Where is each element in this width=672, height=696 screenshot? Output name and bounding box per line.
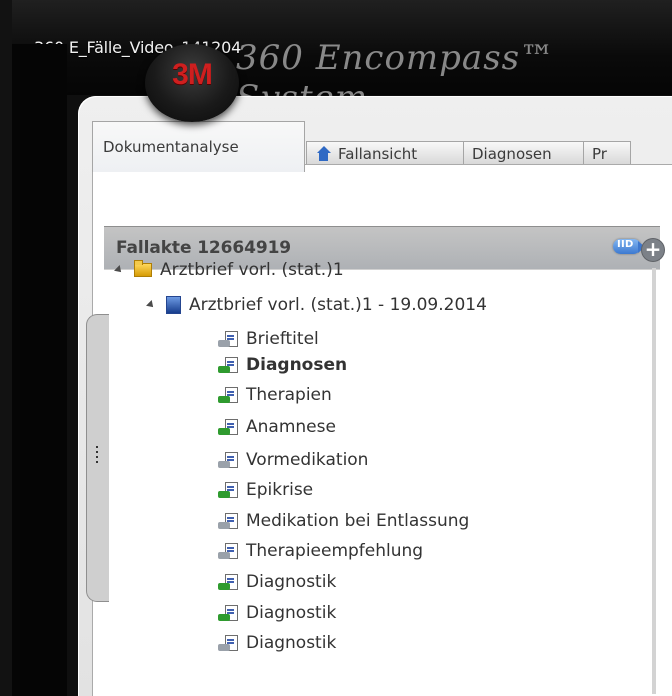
- iid-button-label: IID: [617, 239, 634, 250]
- tree-item-label: Medikation bei Entlassung: [246, 511, 470, 531]
- tree-item[interactable]: Vormedikation: [218, 450, 368, 470]
- left-frame: [0, 0, 12, 696]
- section-icon: [218, 387, 238, 403]
- section-icon: [218, 635, 238, 651]
- tree-item[interactable]: Epikrise: [218, 480, 313, 500]
- tree-item-label: Therapieempfehlung: [246, 541, 424, 561]
- tab-label: Fallansicht: [338, 145, 418, 163]
- tree-item[interactable]: Therapien: [218, 385, 332, 405]
- tab-fallansicht[interactable]: Fallansicht: [306, 141, 467, 166]
- section-icon: [218, 543, 238, 559]
- tree-child[interactable]: Arztbrief vorl. (stat.)1 - 19.09.2014: [146, 295, 487, 315]
- tree-item[interactable]: Diagnostik: [218, 572, 336, 592]
- case-file-label: Fallakte 12664919: [116, 238, 292, 258]
- tree-item[interactable]: Brieftitel: [218, 329, 319, 349]
- tab-diagnosen[interactable]: Diagnosen: [463, 141, 587, 166]
- title-bar: 360 E_Fälle_Video_141204 360 Encompass™ …: [0, 0, 672, 118]
- folder-icon: [134, 260, 152, 277]
- brand-logo: 3M: [145, 44, 239, 122]
- tree-item[interactable]: Diagnostik: [218, 633, 336, 653]
- section-icon: [218, 452, 238, 468]
- tab-strip: Dokumentanalyse Fallansicht Diagnosen Pr: [92, 121, 672, 172]
- splitter-handle[interactable]: [86, 314, 109, 602]
- tree-item-label: Diagnostik: [246, 572, 337, 592]
- section-icon: [218, 574, 238, 590]
- section-icon: [218, 605, 238, 621]
- tree-item-label: Diagnosen: [246, 355, 348, 375]
- tree-item-label: Epikrise: [246, 480, 314, 500]
- tree-child-label: Arztbrief vorl. (stat.)1 - 19.09.2014: [189, 295, 487, 315]
- tree-item-label: Brieftitel: [246, 329, 319, 349]
- tree-item[interactable]: Diagnostik: [218, 603, 336, 623]
- section-icon: [218, 482, 238, 498]
- tab-label: Diagnosen: [472, 145, 552, 163]
- tab-label: Dokumentanalyse: [103, 138, 239, 156]
- tree-item-label: Anamnese: [246, 417, 336, 437]
- tree-item-label: Therapien: [246, 385, 332, 405]
- app-window: 360 E_Fälle_Video_141204 360 Encompass™ …: [0, 0, 672, 696]
- tab-label: Pr: [592, 145, 607, 163]
- section-icon: [218, 513, 238, 529]
- tree-item[interactable]: Anamnese: [218, 417, 336, 437]
- section-icon: [218, 357, 238, 373]
- tree-item[interactable]: Diagnosen: [218, 355, 347, 375]
- plus-circle-icon[interactable]: +: [642, 239, 664, 261]
- tree-root-label: Arztbrief vorl. (stat.)1: [160, 260, 344, 280]
- section-icon: [218, 419, 238, 435]
- iid-button[interactable]: IID: [613, 239, 645, 254]
- expand-arrow-icon[interactable]: [146, 300, 156, 310]
- tree-item[interactable]: Medikation bei Entlassung: [218, 511, 469, 531]
- grip-dots-icon: [96, 446, 98, 464]
- tree-item[interactable]: Therapieempfehlung: [218, 541, 423, 561]
- tab-dokumentanalyse[interactable]: Dokumentanalyse: [92, 121, 305, 172]
- tree-root[interactable]: Arztbrief vorl. (stat.)1: [114, 260, 344, 280]
- logo-text: 3M: [172, 58, 213, 91]
- section-icon: [218, 331, 238, 347]
- tab-partial[interactable]: Pr: [583, 141, 631, 166]
- expand-arrow-icon[interactable]: [114, 265, 124, 275]
- house-icon: [315, 146, 332, 162]
- tree-item-label: Diagnostik: [246, 603, 337, 623]
- tree-item-label: Diagnostik: [246, 633, 337, 653]
- left-sidebar-area: [12, 44, 67, 696]
- vertical-scrollbar[interactable]: [652, 268, 656, 694]
- tree-item-label: Vormedikation: [246, 450, 369, 470]
- document-icon: [166, 296, 181, 314]
